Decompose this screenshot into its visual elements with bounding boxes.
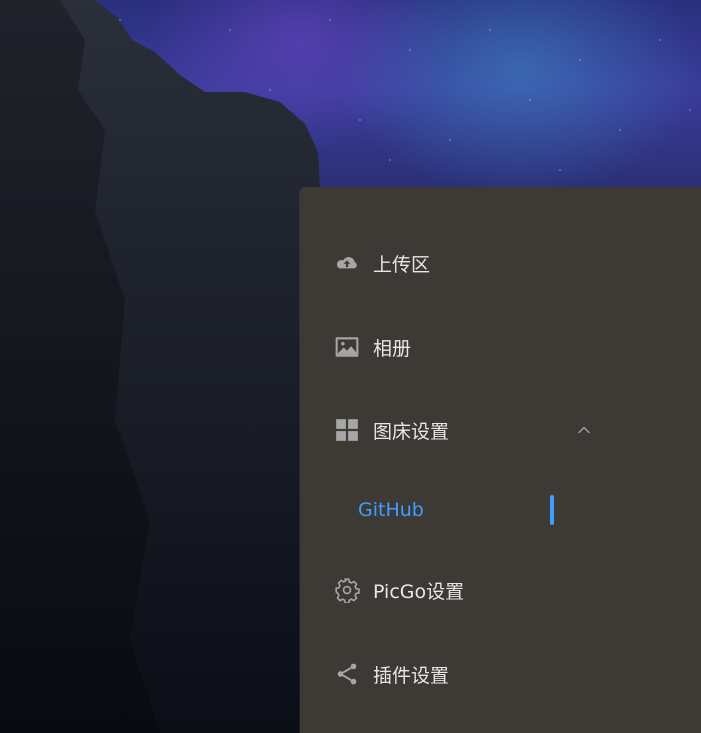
cloud-upload-icon [334,250,360,276]
menu-item-label: PicGo设置 [373,580,465,603]
menu-item-upload[interactable]: 上传区 [334,243,430,283]
menu-item-image-bed-settings[interactable]: 图床设置 [334,410,594,450]
sidebar-menu: 上传区 相册 图床设置 GitHub PicGo设置 插件设置 [300,187,701,733]
menu-item-label: 上传区 [373,253,431,276]
menu-item-label: 相册 [373,337,412,360]
image-icon [334,334,360,360]
share-icon [334,661,360,687]
menu-item-label: 插件设置 [373,664,450,687]
menu-item-label: 图床设置 [373,420,450,443]
menu-item-picgo-settings[interactable]: PicGo设置 [334,570,464,610]
grid-icon [334,417,360,443]
submenu-item-label: GitHub [358,499,424,521]
active-indicator [550,495,554,525]
menu-item-album[interactable]: 相册 [334,327,411,367]
menu-item-plugin-settings[interactable]: 插件设置 [334,654,449,694]
submenu-item-github[interactable]: GitHub [300,491,556,529]
gear-icon [334,577,360,603]
chevron-up-icon[interactable] [574,420,594,440]
